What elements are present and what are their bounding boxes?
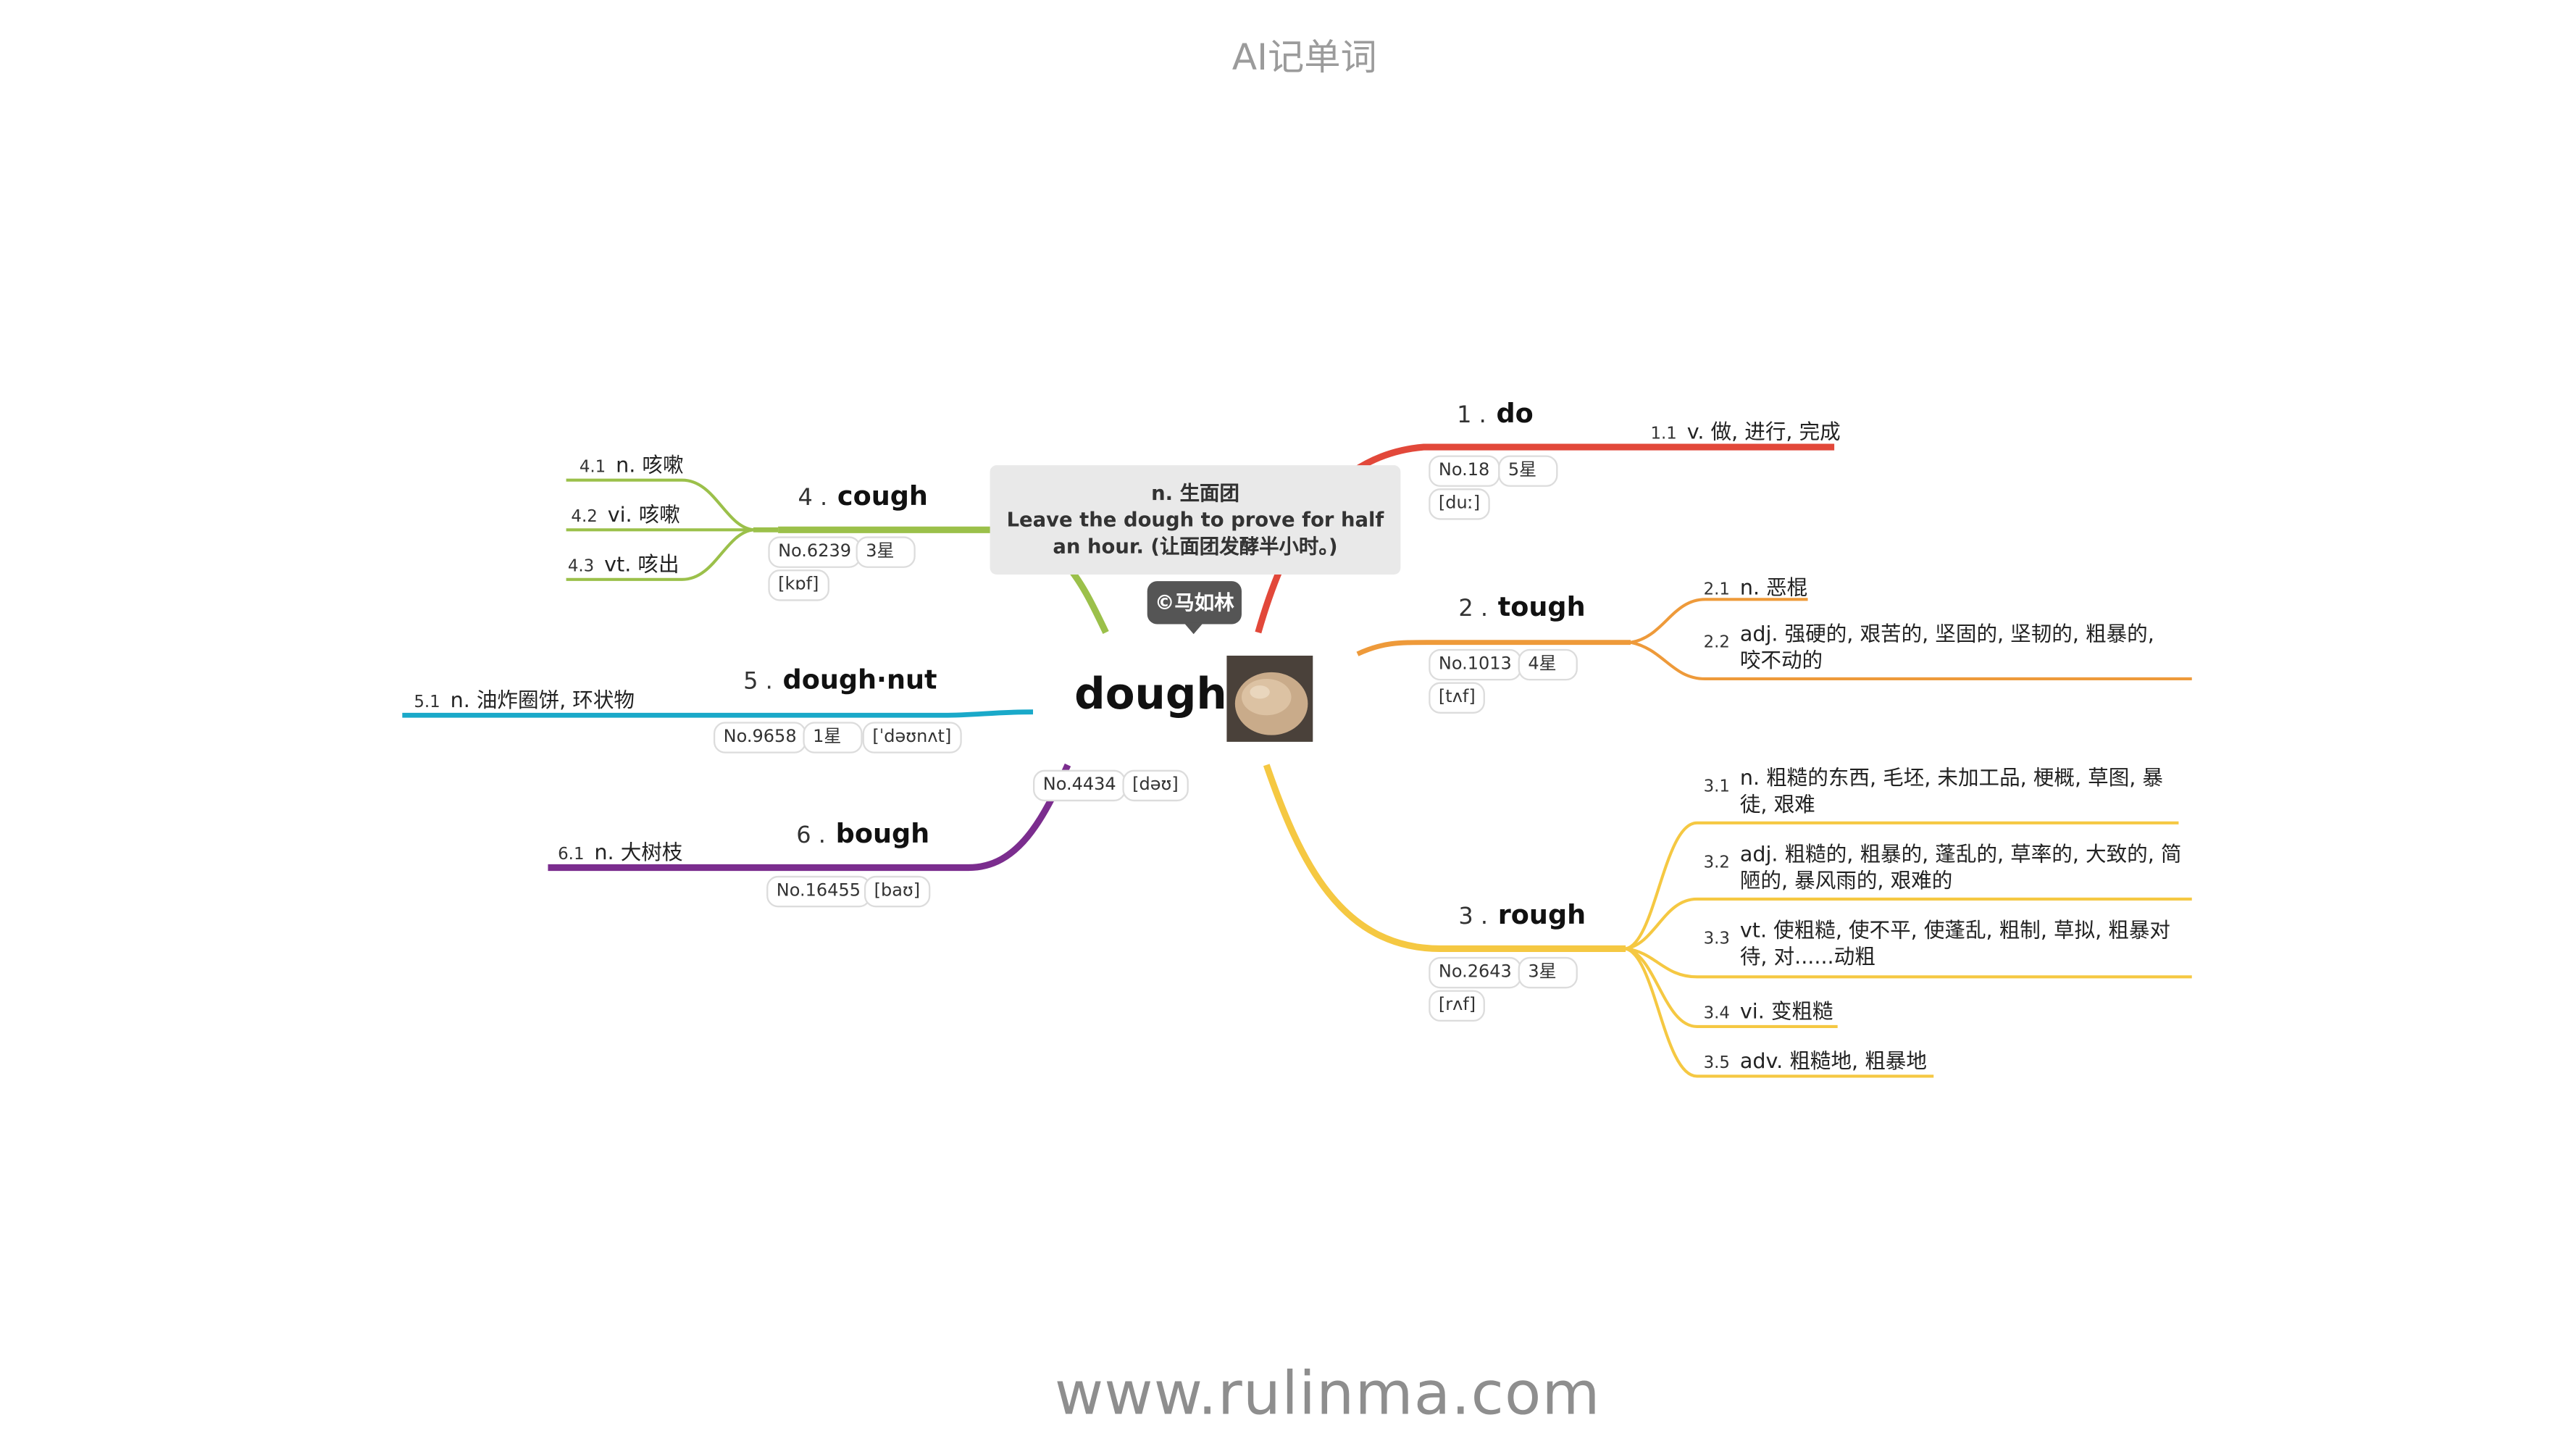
sense-text: vt. 咳出 [604, 551, 679, 577]
sense-text: n. 油炸圈饼, 环状物 [450, 687, 635, 712]
sense-number: 3.4 [1703, 1005, 1730, 1024]
sense-text: n. 粗糙的东西, 毛坯, 未加工品, 梗概, 草图, 暴徒, 艰难 [1739, 764, 2163, 817]
sense-6-1: 6.1 n. 大树枝 [558, 835, 682, 866]
sense-number: 2.2 [1703, 634, 1730, 653]
mind-map: AI记单词 dough No.4434 [dəʊ] n. 生面团 Leave t… [0, 0, 2576, 1449]
branch-cough-word: cough [837, 480, 928, 512]
sense-text: n. 咳嗽 [616, 451, 684, 477]
tough-stars-badge: 4星 [1518, 648, 1578, 681]
app-title: AI记单词 [1231, 38, 1377, 80]
sense-3-5: 3.5 adv. 粗糙地, 粗暴地 [1704, 1043, 1927, 1074]
sense-number: 4.2 [571, 508, 598, 527]
doughnut-phonetic-badge: [ˈdəʊnʌt] [862, 722, 962, 753]
sense-1-1: 1.1 v. 做, 进行, 完成 [1650, 414, 1840, 445]
bough-phonetic-badge: [baʊ] [863, 875, 930, 908]
branch-rough-title: 3 . rough [1458, 899, 1586, 930]
dough-photo [1226, 655, 1313, 742]
sense-3-3: 3.3 vt. 使粗糙, 使不平, 使蓬乱, 粗制, 草拟, 粗暴对待, 对...… [1704, 917, 2192, 970]
tough-phonetic-badge: [tʌf] [1429, 682, 1486, 714]
note-definition: n. 生面团 [1151, 482, 1239, 506]
center-no-badge: No.4434 [1033, 769, 1126, 802]
rough-no-badge: No.2643 [1429, 956, 1522, 989]
author-badge: ©马如林 [1147, 581, 1242, 625]
do-no-badge: No.18 [1429, 455, 1500, 487]
sense-2-1: 2.1 n. 恶棍 [1704, 569, 1808, 601]
sense-text: v. 做, 进行, 完成 [1686, 419, 1841, 444]
sense-5-1: 5.1 n. 油炸圈饼, 环状物 [414, 682, 635, 714]
branch-cough-title: 4 . cough [798, 480, 928, 511]
site-url: www.rulinma.com [1054, 1361, 1601, 1429]
cough-phonetic-badge: [kɒf] [768, 569, 829, 601]
cough-no-badge: No.6239 [768, 536, 861, 568]
branch-rough-number: 3 . [1458, 903, 1489, 931]
sense-number: 3.5 [1703, 1054, 1730, 1073]
sense-text: adj. 粗糙的, 粗暴的, 蓬乱的, 草率的, 大致的, 简陋的, 暴风雨的,… [1739, 840, 2182, 893]
sense-number: 3.2 [1703, 854, 1730, 873]
sense-text: n. 恶棍 [1739, 574, 1808, 600]
branch-tough-number: 2 . [1458, 596, 1489, 623]
sense-text: vi. 咳嗽 [607, 501, 680, 527]
sense-3-4: 3.4 vi. 变粗糙 [1704, 993, 1833, 1024]
do-stars-badge: 5星 [1498, 455, 1558, 487]
sense-text: vi. 变粗糙 [1739, 998, 1833, 1024]
tough-no-badge: No.1013 [1429, 648, 1522, 681]
sense-2-2: 2.2 adj. 强硬的, 艰苦的, 坚固的, 坚韧的, 粗暴的, 咬不动的 [1704, 621, 2184, 674]
sense-number: 3.3 [1703, 930, 1730, 949]
sense-text: adj. 强硬的, 艰苦的, 坚固的, 坚韧的, 粗暴的, 咬不动的 [1739, 620, 2154, 672]
center-phonetic-badge: [dəʊ] [1122, 769, 1189, 802]
bough-no-badge: No.16455 [766, 875, 871, 908]
branch-do-number: 1 . [1457, 402, 1486, 429]
sense-text: adv. 粗糙地, 粗暴地 [1739, 1048, 1927, 1073]
branch-do-title: 1 . do [1457, 397, 1534, 428]
sense-text: vt. 使粗糙, 使不平, 使蓬乱, 粗制, 草拟, 粗暴对待, 对......… [1739, 917, 2170, 969]
branch-doughnut-title: 5 . dough·nut [743, 664, 937, 695]
sense-number: 2.1 [1703, 581, 1730, 600]
branch-tough-word: tough [1497, 590, 1586, 623]
center-word: dough [1074, 670, 1227, 721]
branch-bough-number: 6 . [796, 822, 826, 850]
sense-3-2: 3.2 adj. 粗糙的, 粗暴的, 蓬乱的, 草率的, 大致的, 简陋的, 暴风… [1704, 841, 2192, 894]
sense-4-2: 4.2 vi. 咳嗽 [571, 497, 679, 528]
sense-number: 3.1 [1703, 778, 1730, 797]
doughnut-stars-badge: 1星 [803, 722, 863, 753]
sense-number: 5.1 [414, 693, 440, 712]
sense-number: 6.1 [558, 845, 585, 864]
branch-doughnut-word: dough·nut [782, 664, 937, 696]
branch-tough-title: 2 . tough [1458, 591, 1585, 622]
sense-number: 1.1 [1650, 425, 1677, 444]
note-example: Leave the dough to prove for half an hou… [1006, 508, 1384, 559]
branch-doughnut-number: 5 . [743, 669, 773, 696]
sense-4-3: 4.3 vt. 咳出 [568, 546, 679, 577]
doughnut-no-badge: No.9658 [713, 722, 807, 753]
branch-bough-title: 6 . bough [796, 818, 929, 849]
sense-4-1: 4.1 n. 咳嗽 [580, 447, 684, 478]
sense-3-1: 3.1 n. 粗糙的东西, 毛坯, 未加工品, 梗概, 草图, 暴徒, 艰难 [1704, 765, 2184, 818]
rough-stars-badge: 3星 [1518, 956, 1578, 989]
branch-do-word: do [1496, 397, 1534, 429]
sense-text: n. 大树枝 [594, 839, 683, 864]
branch-cough-number: 4 . [798, 485, 828, 512]
sense-number: 4.1 [579, 459, 606, 477]
branch-rough-word: rough [1497, 898, 1586, 931]
author-badge-pointer [1183, 622, 1204, 635]
branch-bough-word: bough [835, 817, 930, 850]
cough-stars-badge: 3星 [856, 536, 916, 568]
sense-number: 4.3 [567, 558, 595, 577]
rough-phonetic-badge: [rʌf] [1429, 990, 1486, 1022]
do-phonetic-badge: [duː] [1429, 488, 1490, 520]
example-note: n. 生面团 Leave the dough to prove for half… [990, 465, 1401, 575]
